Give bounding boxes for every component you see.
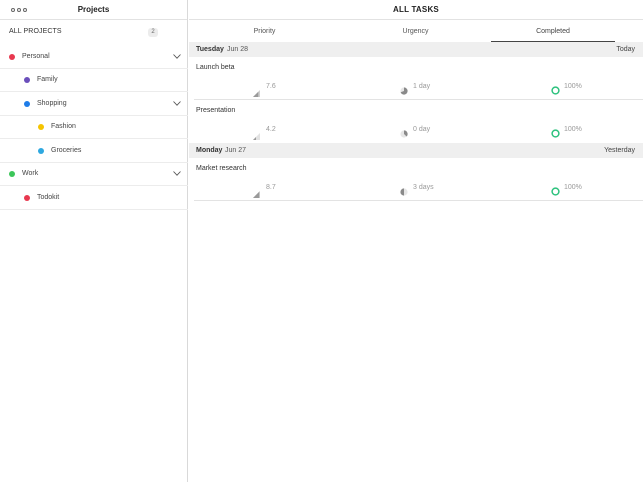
section-relative-day: Today [616, 46, 635, 53]
completed-value: 100% [564, 184, 582, 191]
urgency-pie-icon [400, 82, 408, 95]
project-color-dot [38, 124, 44, 130]
completed-ring-icon[interactable] [551, 183, 560, 196]
divider [0, 209, 188, 210]
chevron-down-icon[interactable] [173, 101, 181, 106]
project-name: Groceries [51, 147, 82, 154]
sidebar-title: Projects [77, 5, 110, 14]
completed-value: 100% [564, 126, 582, 133]
section-day: Monday [196, 147, 223, 154]
day-section-header: Tuesday Jun 28 Today [189, 42, 643, 57]
task-row[interactable]: Presentation 4.2 0 day 100% [189, 100, 643, 142]
urgency-pie-icon [400, 183, 408, 196]
project-color-dot [9, 54, 15, 60]
tasks-main-panel: ALL TASKS Priority Urgency Completed Tue… [189, 0, 643, 482]
section-day: Tuesday [196, 46, 224, 53]
urgency-pie-icon [400, 125, 408, 138]
urgency-value: 3 days [413, 184, 434, 191]
section-date: Jun 27 [225, 147, 247, 154]
priority-value: 8.7 [266, 184, 276, 191]
tab-completed[interactable]: Completed [491, 21, 615, 42]
project-color-dot [38, 148, 44, 154]
project-name: Shopping [37, 100, 67, 107]
all-projects-label: ALL PROJECTS [9, 28, 62, 35]
urgency-value: 1 day [413, 83, 431, 90]
day-section-header: Monday Jun 27 Yesterday [189, 143, 643, 158]
section-date: Jun 28 [227, 46, 249, 53]
task-name: Launch beta [196, 64, 235, 71]
completed-ring-icon[interactable] [551, 82, 560, 95]
section-relative-day: Yesterday [604, 147, 635, 154]
task-name: Market research [196, 165, 247, 172]
priority-signal-icon [253, 84, 260, 97]
chevron-down-icon[interactable] [173, 171, 181, 176]
project-name: Fashion [51, 123, 76, 130]
projects-sidebar: Projects ALL PROJECTS 2 Personal Family … [0, 0, 188, 482]
sidebar-item-family[interactable]: Family [0, 68, 188, 91]
sidebar-item-work[interactable]: Work [0, 162, 188, 185]
project-name: Work [22, 170, 39, 177]
project-color-dot [9, 171, 15, 177]
priority-signal-icon [253, 127, 260, 140]
completed-ring-icon[interactable] [551, 125, 560, 138]
sidebar-item-shopping[interactable]: Shopping [0, 92, 188, 115]
all-projects-item[interactable]: ALL PROJECTS 2 [0, 20, 187, 44]
sidebar-item-fashion[interactable]: Fashion [0, 115, 188, 138]
project-name: Personal [22, 53, 50, 60]
chevron-down-icon[interactable] [173, 54, 181, 59]
priority-value: 4.2 [266, 126, 276, 133]
project-color-dot [24, 77, 30, 83]
project-color-dot [24, 195, 30, 201]
sidebar-item-personal[interactable]: Personal [0, 45, 188, 68]
project-name: Todokit [37, 194, 60, 201]
project-name: Family [37, 76, 58, 83]
divider [194, 200, 643, 201]
urgency-value: 0 day [413, 126, 431, 133]
task-name: Presentation [196, 107, 236, 114]
all-projects-count-badge: 2 [148, 28, 158, 37]
tab-urgency[interactable]: Urgency [340, 21, 491, 42]
sidebar-header: Projects [0, 0, 187, 20]
priority-signal-icon [253, 185, 260, 198]
task-row[interactable]: Launch beta 7.6 1 day 100% [189, 57, 643, 99]
sidebar-item-todokit[interactable]: Todokit [0, 186, 188, 209]
main-header: ALL TASKS [189, 0, 643, 20]
project-color-dot [24, 101, 30, 107]
task-row[interactable]: Market research 8.7 3 days 100% [189, 158, 643, 200]
tab-priority[interactable]: Priority [189, 21, 340, 42]
page-title: ALL TASKS [393, 5, 439, 14]
sort-tabs: Priority Urgency Completed [189, 21, 643, 42]
completed-value: 100% [564, 83, 582, 90]
priority-value: 7.6 [266, 83, 276, 90]
sidebar-item-groceries[interactable]: Groceries [0, 139, 188, 162]
